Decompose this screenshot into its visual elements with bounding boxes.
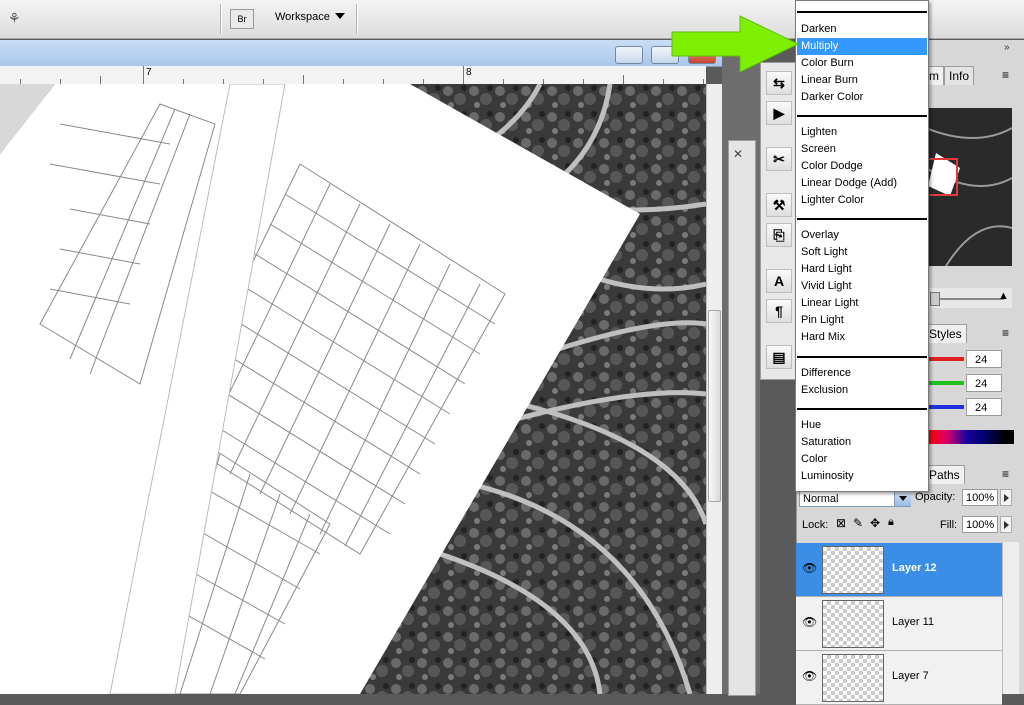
scrollbar-thumb[interactable]	[708, 310, 721, 502]
bridge-icon[interactable]: Br	[230, 9, 254, 29]
tab-paths[interactable]: Paths	[924, 465, 965, 484]
ruler-mark-8: 8	[466, 67, 472, 78]
layer-comps-icon[interactable]: ▤	[766, 345, 792, 369]
blend-option-soft-light[interactable]: Soft Light	[797, 244, 927, 261]
brushes-icon[interactable]: ⚒	[766, 193, 792, 217]
blend-option-overlay[interactable]: Overlay	[797, 227, 927, 244]
fill-input[interactable]: 100%	[962, 516, 998, 533]
layer-thumbnail	[822, 654, 884, 702]
actions-icon[interactable]: ▶	[766, 101, 792, 125]
blend-option-color-burn[interactable]: Color Burn	[797, 55, 927, 72]
visibility-eye-icon[interactable]: 👁︎	[802, 670, 817, 682]
canvas-artwork	[0, 84, 706, 694]
visibility-eye-icon[interactable]: 👁︎	[802, 562, 817, 574]
zoom-slider-handle[interactable]	[930, 292, 940, 306]
layer-thumbnail	[822, 600, 884, 648]
opacity-label: Opacity:	[915, 491, 956, 503]
blend-option-pin-light[interactable]: Pin Light	[797, 312, 927, 329]
lock-position-icon[interactable]: ✥	[870, 516, 880, 530]
collapsed-panel[interactable]: ✕	[728, 140, 756, 696]
tab-styles[interactable]: Styles	[924, 324, 967, 343]
green-arrow-icon	[671, 15, 800, 73]
history-icon[interactable]: ⇆	[766, 71, 792, 95]
blend-option-exclusion[interactable]: Exclusion	[797, 382, 927, 399]
blend-option-linear-burn[interactable]: Linear Burn	[797, 72, 927, 89]
blend-option-lighten[interactable]: Lighten	[797, 124, 927, 141]
blue-slider[interactable]	[928, 405, 964, 409]
color-spectrum-end[interactable]	[1004, 430, 1014, 444]
tool-presets-icon[interactable]: ✂	[766, 147, 792, 171]
blend-option-saturation[interactable]: Saturation	[797, 434, 927, 451]
blend-option-difference[interactable]: Difference	[797, 365, 927, 382]
lock-image-icon[interactable]: ✎	[853, 516, 863, 530]
blend-option-linear-light[interactable]: Linear Light	[797, 295, 927, 312]
opacity-input[interactable]: 100%	[962, 489, 998, 506]
layer-row-layer-12[interactable]: 👁︎ Layer 12	[796, 543, 1002, 597]
red-slider[interactable]	[928, 357, 964, 361]
menu-separator	[797, 218, 927, 220]
opacity-slider-toggle[interactable]	[1000, 489, 1012, 506]
blend-option-screen[interactable]: Screen	[797, 141, 927, 158]
close-icon[interactable]: ✕	[733, 147, 743, 161]
layer-row-layer-11[interactable]: 👁︎ Layer 11	[796, 597, 1002, 651]
red-value[interactable]: 24	[966, 350, 1002, 368]
clone-source-icon[interactable]: ⎘	[766, 223, 792, 247]
minimize-button[interactable]	[615, 46, 643, 64]
blend-option-luminosity[interactable]: Luminosity	[797, 468, 927, 485]
fill-label: Fill:	[940, 519, 958, 531]
panel-menu-icon[interactable]: ≡	[1002, 467, 1009, 481]
horizontal-ruler: 7 8	[0, 66, 706, 85]
layer-name[interactable]: Layer 11	[892, 616, 934, 628]
chevron-down-icon[interactable]	[335, 13, 345, 19]
menu-separator	[797, 408, 927, 410]
lock-all-icon[interactable]: 🔒︎	[888, 516, 894, 529]
fill-slider-toggle[interactable]	[1000, 516, 1012, 533]
lock-label: Lock:	[802, 519, 829, 531]
blend-mode-menu: Darken Multiply Color Burn Linear Burn D…	[795, 0, 929, 492]
visibility-eye-icon[interactable]: 👁︎	[802, 616, 817, 628]
blend-option-lighter-color[interactable]: Lighter Color	[797, 192, 927, 209]
panel-menu-icon[interactable]: ≡	[1002, 68, 1009, 82]
toolbar-separator	[356, 4, 358, 34]
menu-separator	[797, 356, 927, 358]
blend-option-color-dodge[interactable]: Color Dodge	[797, 158, 927, 175]
blend-option-linear-dodge[interactable]: Linear Dodge (Add)	[797, 175, 927, 192]
green-slider[interactable]	[928, 381, 964, 385]
document-canvas[interactable]	[0, 84, 706, 694]
layer-row-layer-7[interactable]: 👁︎ Layer 7	[796, 651, 1002, 705]
layer-name[interactable]: Layer 12	[892, 562, 937, 574]
tab-info[interactable]: Info	[944, 66, 975, 85]
layer-name[interactable]: Layer 7	[892, 670, 929, 682]
lock-transparency-icon[interactable]: ⊠	[836, 516, 846, 530]
blend-option-darker-color[interactable]: Darker Color	[797, 89, 927, 106]
navigator-zoom-slider[interactable]: ▲	[926, 288, 1012, 308]
blend-option-hard-light[interactable]: Hard Light	[797, 261, 927, 278]
brush-preset-icon[interactable]: ⚘	[8, 10, 21, 27]
blue-value[interactable]: 24	[966, 398, 1002, 416]
blend-option-multiply[interactable]: Multiply	[797, 38, 927, 55]
ruler-mark-7: 7	[146, 67, 152, 78]
color-spectrum[interactable]	[928, 430, 1004, 444]
panel-menu-icon[interactable]: ≡	[1002, 326, 1009, 340]
blend-option-hue[interactable]: Hue	[797, 417, 927, 434]
blend-mode-dropdown-button[interactable]	[894, 490, 911, 506]
blend-option-vivid-light[interactable]: Vivid Light	[797, 278, 927, 295]
green-value[interactable]: 24	[966, 374, 1002, 392]
blend-option-darken[interactable]: Darken	[797, 21, 927, 38]
workspace-button[interactable]: Workspace	[275, 11, 330, 23]
menu-separator	[797, 115, 927, 117]
layer-thumbnail	[822, 546, 884, 594]
document-titlebar	[0, 40, 722, 67]
navigator-view-box[interactable]	[924, 158, 958, 196]
blend-option-color[interactable]: Color	[797, 451, 927, 468]
panel-icon-strip: ⇆ ▶ ✂ ⚒ ⎘ A ¶ ▤	[760, 62, 798, 380]
paragraph-icon[interactable]: ¶	[766, 299, 792, 323]
character-icon[interactable]: A	[766, 269, 792, 293]
menu-separator	[797, 11, 927, 13]
blend-option-hard-mix[interactable]: Hard Mix	[797, 329, 927, 346]
layers-scrollbar[interactable]	[1002, 542, 1019, 694]
expand-panels-icon[interactable]: »	[1004, 42, 1010, 53]
toolbar-separator	[220, 4, 222, 34]
zoom-in-icon[interactable]: ▲	[998, 290, 1009, 302]
